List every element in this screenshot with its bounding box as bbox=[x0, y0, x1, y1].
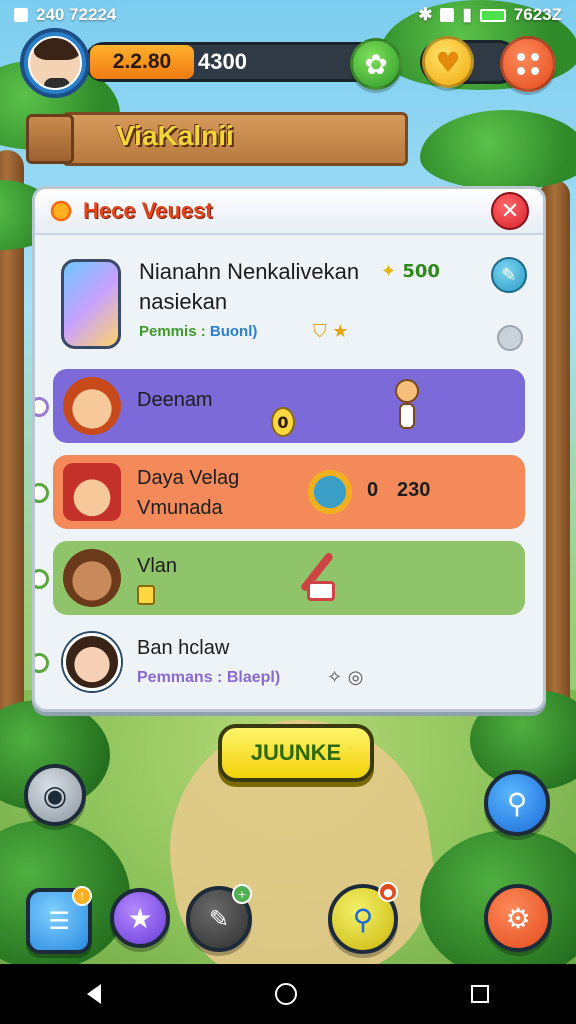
panel-title: Hece Veuest bbox=[83, 198, 213, 223]
top-hud: 2.2.80 4300 ✿ ♥ bbox=[0, 28, 576, 100]
girl-avatar-icon bbox=[63, 377, 121, 435]
featured-item-subtitle: Pemmis : Buonl) bbox=[139, 323, 257, 340]
notepad-icon: ✎ bbox=[208, 905, 230, 933]
coin-icon: 0 bbox=[271, 407, 295, 437]
action-button[interactable]: JUUNKE bbox=[218, 724, 374, 782]
featured-sub-value: Buonl) bbox=[209, 323, 258, 340]
notification-badge: ! bbox=[72, 886, 92, 906]
man-avatar-icon bbox=[63, 633, 121, 691]
search-button[interactable]: ⚲ bbox=[484, 770, 550, 836]
backpack-icon bbox=[61, 259, 121, 349]
settings-button[interactable]: ⚙ bbox=[484, 884, 552, 952]
title-sign: ViaKalnii bbox=[26, 110, 410, 168]
sun-icon bbox=[49, 199, 73, 223]
sign-board bbox=[62, 112, 408, 166]
fairy-icon bbox=[383, 373, 429, 437]
row-indicator-dot bbox=[35, 569, 49, 589]
plus-badge: + bbox=[232, 884, 252, 904]
shield-star-icon: ⛉ ★ bbox=[313, 321, 349, 342]
featured-item[interactable]: Nianahn Nenkalivekan 500 nasiekan Pemmis… bbox=[51, 247, 531, 365]
row-name: Vlan bbox=[137, 555, 178, 577]
paintbrush-icon bbox=[297, 551, 347, 603]
pencil-icon: ✎ bbox=[501, 264, 517, 286]
notification-icon bbox=[14, 8, 28, 22]
row-name: Ban hclaw bbox=[137, 637, 230, 659]
magnifier-icon: ⚲ bbox=[352, 902, 374, 936]
alert-badge: ● bbox=[378, 882, 398, 902]
status-bar: 240 72224 ✱ ▮ 7623Z bbox=[0, 0, 576, 30]
android-nav-bar bbox=[0, 964, 576, 1024]
row-subtitle: Vmunada bbox=[137, 497, 223, 519]
inventory-button[interactable]: ☰ ! bbox=[26, 886, 92, 954]
featured-item-name: Nianahn Nenkalivekan bbox=[139, 259, 360, 284]
row-indicator-dot bbox=[35, 653, 49, 673]
vibrate-icon bbox=[440, 8, 455, 22]
favorites-button[interactable]: ★ bbox=[110, 888, 170, 948]
more-options-button[interactable] bbox=[497, 325, 523, 351]
row-value-a: 0 bbox=[367, 479, 379, 501]
row-value-b: 230 bbox=[397, 479, 431, 501]
battery-icon bbox=[479, 8, 506, 22]
boy-avatar-icon bbox=[63, 463, 121, 521]
explore-button[interactable]: ⚲ ● bbox=[328, 882, 398, 954]
quest-panel: Hece Veuest ✕ Nianahn Nenkalivekan 500 n… bbox=[32, 186, 546, 712]
player-avatar[interactable] bbox=[20, 28, 90, 98]
bluetooth-icon: ✱ bbox=[418, 5, 433, 24]
search-icon: ⚲ bbox=[506, 786, 528, 820]
gear-icon: ⚙ bbox=[505, 901, 531, 935]
spiky-sun-icon bbox=[305, 467, 355, 517]
gear-icon: ✿ bbox=[364, 47, 388, 81]
edit-button[interactable]: ✎ bbox=[491, 257, 527, 293]
scroll-icon bbox=[137, 585, 155, 605]
panel-header: Hece Veuest ✕ bbox=[35, 189, 543, 235]
notes-button[interactable]: ✎ + bbox=[186, 884, 252, 952]
list-icon: ☰ bbox=[48, 907, 70, 935]
list-item-ban-hclaw[interactable]: Ban hclaw Pemmans : Blaepl) ✧ ◎ bbox=[35, 625, 525, 705]
back-icon[interactable] bbox=[87, 984, 101, 1004]
status-right-time: 7623Z bbox=[513, 5, 562, 24]
monkey-avatar-icon bbox=[63, 549, 121, 607]
row-name: Deenam bbox=[137, 389, 213, 411]
lives-button[interactable]: ♥ bbox=[422, 36, 474, 88]
heart-icon: ♥ bbox=[435, 45, 461, 79]
row-name: Daya Velag bbox=[137, 467, 240, 489]
signal-icon: ▮ bbox=[462, 5, 472, 24]
avatar-face-icon bbox=[28, 36, 82, 90]
status-time: 240 72224 bbox=[36, 5, 117, 24]
list-item-daya-velag[interactable]: Daya Velag Vmunada 0 230 bbox=[35, 455, 525, 529]
camera-button[interactable]: ◉ bbox=[24, 764, 86, 826]
close-button[interactable]: ✕ bbox=[491, 192, 529, 230]
sign-title: ViaKalnii bbox=[116, 120, 234, 151]
palm-leaves-right-2 bbox=[420, 110, 576, 190]
menu-button[interactable] bbox=[500, 36, 556, 92]
sign-post bbox=[26, 114, 74, 164]
list-item-vlan[interactable]: Vlan bbox=[35, 541, 525, 615]
sparkle-icon: ✧ ◎ bbox=[327, 667, 364, 688]
featured-sub-label: Pemmis : bbox=[139, 323, 206, 340]
home-icon[interactable] bbox=[275, 983, 297, 1005]
row-subtitle: Pemmans : Blaepl) bbox=[137, 669, 281, 686]
recent-apps-icon[interactable] bbox=[471, 985, 489, 1003]
row-indicator-dot bbox=[35, 397, 49, 417]
grid-dots-icon bbox=[517, 53, 539, 75]
gems-counter: 4300 bbox=[198, 49, 247, 74]
close-icon: ✕ bbox=[500, 198, 520, 224]
star-icon: ★ bbox=[127, 901, 153, 935]
coins-counter[interactable]: 2.2.80 bbox=[90, 45, 194, 79]
list-item-deenam[interactable]: Deenam 0 bbox=[35, 369, 525, 443]
camera-icon: ◉ bbox=[42, 778, 68, 812]
settings-gear-button[interactable]: ✿ bbox=[350, 38, 402, 90]
row-indicator-dot bbox=[35, 483, 49, 503]
featured-item-name-line2: nasiekan bbox=[139, 289, 228, 314]
featured-item-reward: 500 bbox=[381, 261, 440, 282]
